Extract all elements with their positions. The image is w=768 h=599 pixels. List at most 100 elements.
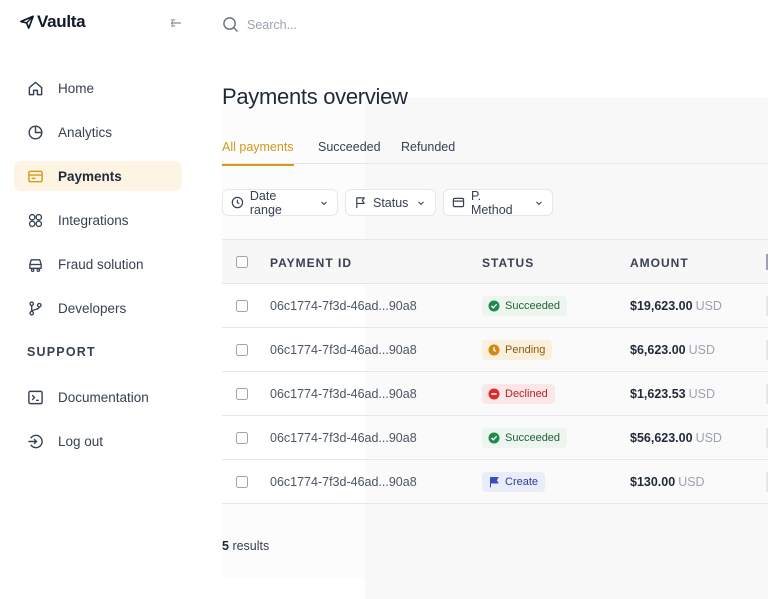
row-checkbox[interactable] [236, 476, 248, 488]
payment-id: 06c1774-7f3d-46ad...90a8 [270, 387, 417, 401]
sidebar-item-label: Payments [58, 168, 122, 184]
flag-icon [356, 197, 365, 209]
amount: $1,623.53 USD [630, 387, 715, 401]
table-row[interactable]: 06c1774-7f3d-46ad...90a8 Pending $6,623.… [222, 328, 768, 372]
sidebar-item-label: Home [58, 80, 95, 96]
results-number: 5 [222, 539, 229, 553]
status-badge: Succeeded [482, 296, 568, 316]
sidebar-item-developers[interactable]: Developers [14, 293, 182, 323]
status-text: Succeeded [505, 432, 561, 444]
sidebar-item-fraud-solution[interactable]: Fraud solution [14, 249, 182, 279]
car-icon [27, 256, 44, 273]
home-icon [27, 80, 44, 97]
chevron-down-icon [418, 201, 425, 205]
git-branch-icon [27, 300, 44, 317]
table-row[interactable]: 06c1774-7f3d-46ad...90a8 Succeeded $56,6… [222, 416, 768, 460]
search-input[interactable] [247, 17, 447, 32]
amount: $56,623.00 USD [630, 431, 722, 445]
sidebar-collapse-button[interactable] [170, 16, 182, 28]
chevron-down-icon [321, 201, 327, 205]
paper-plane-icon [20, 15, 34, 29]
amount: $6,623.00 USD [630, 343, 715, 357]
brand-logo[interactable]: Vaulta [20, 12, 86, 32]
status-badge: Declined [482, 384, 555, 404]
brand-name: Vaulta [37, 12, 86, 31]
row-background [365, 460, 768, 503]
pie-chart-icon [27, 124, 44, 141]
check-circle-icon [488, 300, 500, 312]
filter-label: Status [373, 195, 409, 210]
status-text: Create [505, 476, 539, 488]
filter-label: Date range [249, 188, 282, 217]
sidebar-item-documentation[interactable]: Documentation [14, 382, 182, 412]
amount-value: $19,623.00 [630, 299, 693, 313]
sidebar-item-label: Analytics [58, 124, 113, 140]
results-count: 5 results [222, 539, 269, 553]
status-badge: Succeeded [482, 428, 568, 448]
status-filter[interactable]: Status [345, 189, 436, 216]
sidebar-item-log-out[interactable]: Log out [14, 426, 182, 456]
amount-currency: USD [688, 387, 716, 401]
column-header-amount[interactable]: AMOUNT [630, 256, 689, 270]
collapse-icon [170, 19, 181, 27]
select-all-checkbox[interactable] [236, 256, 248, 268]
sidebar-item-label: Developers [58, 300, 127, 316]
status-badge: Create [482, 472, 546, 492]
minus-circle-icon [488, 388, 500, 400]
payment-id: 06c1774-7f3d-46ad...90a8 [270, 343, 417, 357]
tab-succeeded[interactable]: Succeeded [318, 140, 381, 164]
sidebar-item-payments[interactable]: Payments [14, 161, 182, 191]
tab-all-payments[interactable]: All payments [222, 140, 294, 166]
clock-icon [488, 344, 500, 356]
column-header-payment-id[interactable]: PAYMENT ID [270, 256, 352, 270]
sidebar-item-analytics[interactable]: Analytics [14, 117, 182, 147]
sidebar-item-label: Integrations [58, 212, 129, 228]
sidebar-item-home[interactable]: Home [14, 73, 182, 103]
payment-method-filter[interactable]: P. Method [443, 189, 553, 217]
support-heading: SUPPORT [27, 345, 96, 359]
logout-icon [27, 433, 44, 450]
amount-currency: USD [695, 299, 722, 313]
amount-value: $56,623.00 [630, 431, 693, 445]
check-circle-icon [488, 432, 500, 444]
payment-id: 06c1774-7f3d-46ad...90a8 [270, 299, 417, 313]
status-text: Declined [505, 388, 548, 400]
amount: $130.00 USD [630, 475, 705, 489]
flag-icon [490, 477, 499, 488]
terminal-icon [27, 389, 44, 406]
amount-value: $6,623.00 [630, 343, 686, 357]
page-title: Payments overview [222, 84, 408, 109]
sidebar-item-label: Documentation [58, 389, 149, 405]
grid-icon [27, 212, 44, 229]
status-text: Pending [505, 344, 546, 356]
payment-id: 06c1774-7f3d-46ad...90a8 [270, 475, 417, 489]
column-header-status[interactable]: STATUS [482, 256, 534, 270]
sidebar: Vaulta Home Analytics Payments Integrati… [0, 0, 196, 599]
row-checkbox[interactable] [236, 300, 248, 312]
row-checkbox[interactable] [236, 388, 248, 400]
search-bar[interactable] [222, 16, 447, 33]
credit-card-icon [27, 168, 44, 185]
table-row[interactable]: 06c1774-7f3d-46ad...90a8 Create $130.00 U… [222, 460, 768, 504]
status-badge: Pending [482, 340, 553, 360]
sidebar-item-label: Fraud solution [58, 256, 144, 272]
tab-bar: All payments Succeeded Refunded [222, 132, 768, 166]
tab-refunded[interactable]: Refunded [401, 140, 455, 164]
row-checkbox[interactable] [236, 432, 248, 444]
payment-id: 06c1774-7f3d-46ad...90a8 [270, 431, 417, 445]
amount-currency: USD [695, 431, 722, 445]
row-checkbox[interactable] [236, 344, 248, 356]
date-range-filter[interactable]: Date range [222, 188, 338, 217]
amount-currency: USD [688, 343, 716, 357]
amount: $19,623.00 USD [630, 299, 722, 313]
clock-icon [231, 196, 244, 209]
sidebar-item-label: Log out [58, 433, 104, 449]
table-row[interactable]: 06c1774-7f3d-46ad...90a8 Declined $1,623… [222, 372, 768, 416]
table-header: PAYMENT ID STATUS AMOUNT [222, 239, 768, 284]
amount-currency: USD [678, 475, 705, 489]
chevron-down-icon [536, 201, 542, 205]
amount-value: $1,623.53 [630, 387, 686, 401]
search-icon [223, 17, 238, 32]
table-row[interactable]: 06c1774-7f3d-46ad...90a8 Succeeded $19,6… [222, 284, 768, 328]
sidebar-item-integrations[interactable]: Integrations [14, 205, 182, 235]
